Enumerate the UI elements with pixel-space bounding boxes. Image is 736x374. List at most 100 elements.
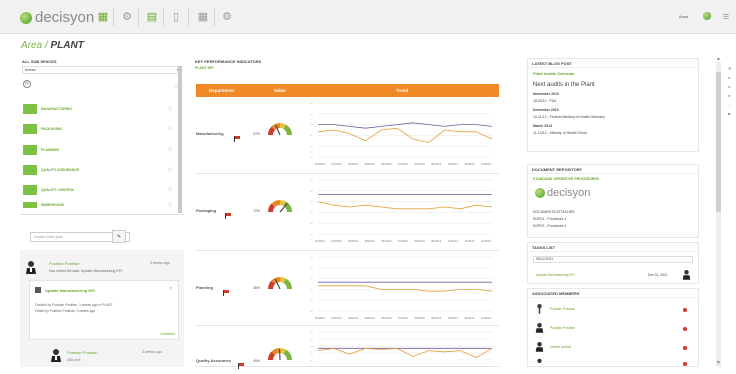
x-tick-label: 03/2012: [332, 239, 343, 243]
x-tick-label: 06/2012: [381, 162, 392, 166]
alert-flag-icon[interactable]: [238, 356, 244, 362]
x-tick-label: 04/2012: [348, 162, 359, 166]
user-avatar[interactable]: [703, 12, 711, 20]
x-tick-label: 06/2012: [381, 316, 392, 320]
decisyon-logo[interactable]: decisyon: [20, 9, 94, 26]
x-tick-label: 05/2012: [365, 162, 376, 166]
avatar[interactable]: [25, 260, 37, 274]
right-edge-toolbar[interactable]: ⚙●●●←■: [728, 64, 734, 144]
feed-time: 3 weeks ago: [142, 350, 162, 354]
kpi-trend-chart: ——————02/201203/201204/201205/201206/201…: [308, 178, 496, 244]
refresh-icon[interactable]: ⟳: [23, 80, 31, 88]
info-icon: ⓘ: [168, 187, 172, 193]
avatar[interactable]: [535, 322, 544, 333]
gear-icon[interactable]: ⚙: [221, 11, 233, 23]
subspace-item-quality-control[interactable]: QUALITY CONTROLⓘ: [22, 182, 178, 198]
thumbnail-icon: [23, 185, 37, 195]
actual-series-line: [318, 202, 492, 209]
y-tick: —: [310, 351, 313, 355]
add-space-icon[interactable]: ▤: [146, 11, 158, 23]
scroll-down-icon[interactable]: ▼: [716, 360, 721, 366]
x-tick-label: 02/2012: [315, 239, 326, 243]
x-tick-label: 12/2012: [481, 239, 492, 243]
tasks-date-select[interactable]: 06/12/2011: [533, 256, 693, 263]
x-tick-label: 11/2012: [464, 162, 474, 166]
y-tick: —: [310, 123, 313, 127]
y-tick: —: [310, 200, 313, 204]
feed-author[interactable]: Posthan Posthan: [67, 350, 97, 355]
kpi-row-label[interactable]: Packaging: [196, 208, 216, 213]
subspace-item-quality-assurance[interactable]: QUALITY ASSURANCEⓘ: [22, 162, 178, 178]
avatar[interactable]: [535, 341, 544, 352]
document-subtitle[interactable]: STANDARD OPERATIVE PROCEDURES: [533, 177, 599, 181]
alert-flag-icon[interactable]: [234, 129, 240, 135]
subspace-item-planning[interactable]: PLANNINGⓘ: [22, 142, 178, 158]
avatar[interactable]: [535, 303, 544, 314]
x-tick-label: 02/2012: [315, 316, 326, 320]
task-title[interactable]: Update Manufacturing KPI: [45, 288, 95, 293]
feed-text: Has edited the task: Update Manufacturin…: [49, 269, 122, 273]
grid-icon[interactable]: ▦: [197, 11, 209, 23]
scroll-up-icon[interactable]: ▲: [716, 56, 721, 62]
alert-flag-icon[interactable]: [223, 283, 229, 289]
kpi-gauge: [266, 196, 294, 214]
x-tick-label: 09/2012: [431, 239, 442, 243]
comment-link[interactable]: Comment: [160, 332, 175, 336]
kpi-row: Manufacturing37%——————02/201203/201204/2…: [196, 97, 499, 174]
subspace-item-packaging[interactable]: PACKAGINGⓘ: [22, 121, 178, 137]
blog-title: Latest blog post: [528, 59, 698, 68]
x-tick-label: 11/2012: [464, 239, 474, 243]
subspaces-scrollbar[interactable]: [178, 66, 182, 213]
x-tick-label: 04/2012: [348, 316, 359, 320]
document-repository: DOCUMENT REPOSITORY STANDARD OPERATIVE P…: [527, 164, 699, 238]
thumbnail-icon: [23, 145, 37, 155]
tasks-panel: Tasks list 06/12/2011 Update Manufacturi…: [527, 242, 699, 284]
x-tick-label: 07/2012: [398, 239, 409, 243]
member-name[interactable]: Posthan Posthan: [550, 326, 575, 330]
blog-subtitle[interactable]: Plant Audits Calendar: [533, 71, 574, 76]
kpi-row-label[interactable]: Quality Assurance: [196, 358, 231, 363]
status-dot: [683, 308, 687, 312]
y-tick: —: [310, 133, 313, 137]
settings-icon[interactable]: ⚙: [121, 11, 133, 23]
x-tick-label: 08/2012: [415, 239, 426, 243]
x-tick-label: 06/2012: [381, 239, 392, 243]
subspaces-select[interactable]: Areas▾: [22, 66, 182, 74]
page-title: Area / PLANT: [21, 40, 84, 51]
user-name[interactable]: Anna: [679, 14, 688, 19]
kpi-row-label[interactable]: Planning: [196, 285, 213, 290]
x-tick-label: 08/2012: [415, 316, 426, 320]
kpi-trend-chart: ——————02/201203/201204/201205/201206/201…: [308, 255, 496, 321]
kpi-gauge: [266, 273, 294, 291]
x-tick-label: 11/2012: [464, 316, 474, 320]
task-due: Dec 31, 2011: [648, 273, 667, 277]
subspace-item-manufacturing[interactable]: MANUFACTURINGⓘ: [22, 101, 178, 117]
avatar[interactable]: [50, 348, 62, 362]
x-tick-label: 02/2012: [315, 162, 326, 166]
col-trend: Trend: [396, 88, 408, 93]
blog-panel: Latest blog post Plant Audits Calendar N…: [527, 58, 699, 152]
member-name[interactable]: Posthan Posthan: [550, 307, 575, 311]
pencil-icon[interactable]: ✎: [112, 230, 126, 243]
document-icon[interactable]: ▯: [170, 11, 182, 23]
info-icon: ⓘ: [168, 202, 172, 208]
task-link[interactable]: Update Manufacturing KPI: [536, 273, 575, 277]
task-card: Update Manufacturing KPI × Created by Po…: [29, 280, 179, 340]
x-tick-label: 09/2012: [431, 162, 442, 166]
menu-icon[interactable]: ≡: [720, 11, 732, 23]
feed-author[interactable]: Posthan Posthan: [49, 261, 79, 266]
close-icon[interactable]: ×: [169, 286, 172, 292]
page-scrollbar[interactable]: [716, 62, 721, 367]
kpi-row-label[interactable]: Manufacturing: [196, 131, 224, 136]
spaces-icon[interactable]: ▦: [97, 11, 109, 23]
avatar[interactable]: [682, 269, 691, 280]
member-name[interactable]: Unlimit Unlimit: [550, 345, 571, 349]
alert-flag-icon[interactable]: [225, 206, 231, 212]
tasks-title: Tasks list: [528, 243, 698, 252]
info-icon: ⓘ: [168, 167, 172, 173]
kpi-table-header: Department Value Trend: [196, 84, 499, 97]
y-tick: —: [310, 210, 313, 214]
kpi-value: 37%: [253, 132, 260, 136]
subspace-item-warehouse[interactable]: WAREHOUSEⓘ: [22, 201, 178, 209]
info-icon: ⓘ: [168, 106, 172, 112]
